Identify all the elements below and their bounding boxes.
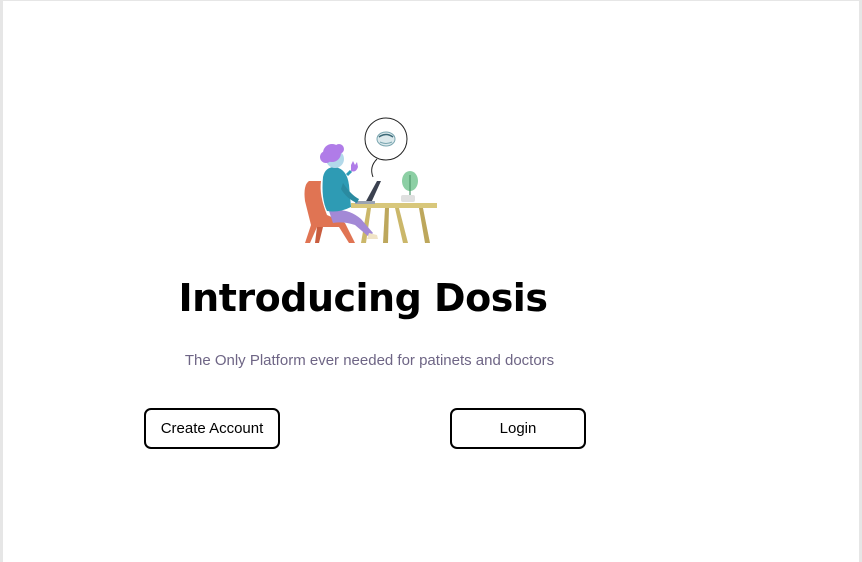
landing-page: Introducing Dosis The Only Platform ever…: [3, 1, 859, 562]
page-subtitle: The Only Platform ever needed for patine…: [184, 352, 555, 369]
page-title: Introducing Dosis: [178, 276, 548, 320]
person-working-at-laptop-illustration: [304, 117, 437, 243]
create-account-button[interactable]: Create Account: [144, 408, 280, 449]
login-button[interactable]: Login: [450, 408, 586, 449]
